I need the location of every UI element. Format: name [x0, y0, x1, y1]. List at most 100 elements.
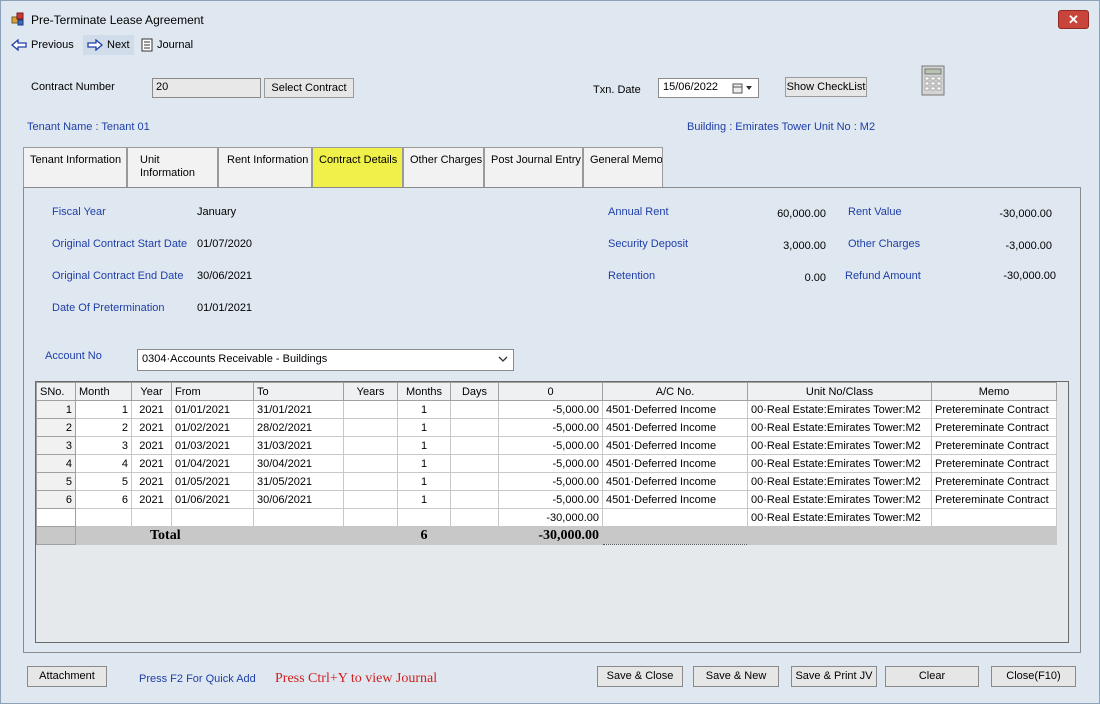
previous-button[interactable]: Previous — [11, 35, 74, 55]
cell-amount[interactable]: -5,000.00 — [498, 418, 603, 437]
cell-memo[interactable]: Pretereminate Contract — [931, 400, 1057, 419]
cell-month[interactable]: 1 — [75, 400, 132, 419]
cell-amount[interactable]: -5,000.00 — [498, 490, 603, 509]
cell-sno[interactable]: 2 — [36, 418, 76, 437]
txn-date-field[interactable]: 15/06/2022 — [658, 78, 759, 98]
cell-sno[interactable] — [36, 508, 76, 527]
cell-to[interactable]: 30/06/2021 — [253, 490, 344, 509]
cell-amount[interactable]: -30,000.00 — [498, 508, 603, 527]
cell-ac-no[interactable] — [602, 508, 748, 527]
cell-from[interactable]: 01/05/2021 — [171, 472, 254, 491]
show-checklist-button[interactable]: Show CheckList — [785, 77, 867, 97]
cell-unit-class[interactable]: 00·Real Estate:Emirates Tower:M2 — [747, 418, 932, 437]
cell-year[interactable]: 2021 — [131, 472, 172, 491]
table-row[interactable]: 5 5 2021 01/05/2021 31/05/2021 1 -5,000.… — [36, 472, 1057, 491]
account-no-select[interactable]: 0304·Accounts Receivable - Buildings — [137, 349, 514, 371]
cell-year[interactable]: 2021 — [131, 490, 172, 509]
calendar-dropdown-icon[interactable] — [732, 83, 754, 94]
cell-sno[interactable]: 1 — [36, 400, 76, 419]
cell-memo[interactable]: Pretereminate Contract — [931, 436, 1057, 455]
cell-ac-no[interactable]: 4501·Deferred Income — [602, 472, 748, 491]
attachment-button[interactable]: Attachment — [27, 666, 107, 687]
cell-years[interactable] — [343, 472, 398, 491]
cell-years[interactable] — [343, 490, 398, 509]
cell-years[interactable] — [343, 400, 398, 419]
cell-unit-class[interactable]: 00·Real Estate:Emirates Tower:M2 — [747, 436, 932, 455]
cell-unit-class[interactable]: 00·Real Estate:Emirates Tower:M2 — [747, 490, 932, 509]
tab-contract-details[interactable]: Contract Details — [312, 147, 403, 187]
cell-months[interactable]: 1 — [397, 454, 451, 473]
cell-years[interactable] — [343, 508, 398, 527]
cell-months[interactable]: 1 — [397, 418, 451, 437]
cell-year[interactable] — [131, 508, 172, 527]
cell-amount[interactable]: -5,000.00 — [498, 400, 603, 419]
cell-from[interactable] — [171, 508, 254, 527]
clear-button[interactable]: Clear — [885, 666, 979, 687]
cell-days[interactable] — [450, 418, 499, 437]
table-row[interactable]: 3 3 2021 01/03/2021 31/03/2021 1 -5,000.… — [36, 436, 1057, 455]
cell-days[interactable] — [450, 490, 499, 509]
contract-number-input[interactable]: 20 — [152, 78, 261, 98]
cell-to[interactable]: 31/03/2021 — [253, 436, 344, 455]
cell-month[interactable]: 6 — [75, 490, 132, 509]
cell-years[interactable] — [343, 454, 398, 473]
cell-months[interactable]: 1 — [397, 400, 451, 419]
close-button[interactable]: Close(F10) — [991, 666, 1076, 687]
cell-days[interactable] — [450, 436, 499, 455]
cell-memo[interactable]: Pretereminate Contract — [931, 418, 1057, 437]
cell-to[interactable]: 28/02/2021 — [253, 418, 344, 437]
next-button[interactable]: Next — [83, 35, 134, 55]
cell-month[interactable]: 5 — [75, 472, 132, 491]
save-new-button[interactable]: Save & New — [693, 666, 779, 687]
save-close-button[interactable]: Save & Close — [597, 666, 683, 687]
cell-month[interactable]: 4 — [75, 454, 132, 473]
cell-from[interactable]: 01/04/2021 — [171, 454, 254, 473]
col-sno[interactable]: SNo. — [36, 382, 76, 401]
cell-ac-no[interactable]: 4501·Deferred Income — [602, 418, 748, 437]
cell-unit-class[interactable]: 00·Real Estate:Emirates Tower:M2 — [747, 472, 932, 491]
table-row[interactable]: 4 4 2021 01/04/2021 30/04/2021 1 -5,000.… — [36, 454, 1057, 473]
cell-from[interactable]: 01/06/2021 — [171, 490, 254, 509]
cell-month[interactable]: 2 — [75, 418, 132, 437]
cell-to[interactable]: 31/05/2021 — [253, 472, 344, 491]
col-memo[interactable]: Memo — [931, 382, 1057, 401]
cell-from[interactable]: 01/02/2021 — [171, 418, 254, 437]
col-unit-class[interactable]: Unit No/Class — [747, 382, 932, 401]
col-ac-no[interactable]: A/C No. — [602, 382, 748, 401]
cell-memo[interactable] — [931, 508, 1057, 527]
cell-months[interactable]: 1 — [397, 472, 451, 491]
col-to[interactable]: To — [253, 382, 344, 401]
table-row[interactable]: 6 6 2021 01/06/2021 30/06/2021 1 -5,000.… — [36, 490, 1057, 509]
cell-year[interactable]: 2021 — [131, 454, 172, 473]
tab-post-journal-entry[interactable]: Post Journal Entry — [484, 147, 583, 187]
cell-sno[interactable]: 3 — [36, 436, 76, 455]
table-row[interactable]: 1 1 2021 01/01/2021 31/01/2021 1 -5,000.… — [36, 400, 1057, 419]
cell-days[interactable] — [450, 454, 499, 473]
cell-memo[interactable]: Pretereminate Contract — [931, 454, 1057, 473]
cell-days[interactable] — [450, 472, 499, 491]
select-contract-button[interactable]: Select Contract — [264, 78, 354, 98]
cell-months[interactable]: 1 — [397, 490, 451, 509]
tab-rent-information[interactable]: Rent Information — [218, 147, 312, 187]
col-year[interactable]: Year — [131, 382, 172, 401]
col-months[interactable]: Months — [397, 382, 451, 401]
cell-unit-class[interactable]: 00·Real Estate:Emirates Tower:M2 — [747, 400, 932, 419]
cell-ac-no[interactable]: 4501·Deferred Income — [602, 400, 748, 419]
cell-sno[interactable]: 6 — [36, 490, 76, 509]
cell-days[interactable] — [450, 508, 499, 527]
cell-ac-no[interactable]: 4501·Deferred Income — [602, 436, 748, 455]
col-amount[interactable]: 0 — [498, 382, 603, 401]
journal-button[interactable]: Journal — [141, 35, 193, 55]
total-cell-ac-no[interactable] — [602, 526, 748, 545]
cell-years[interactable] — [343, 418, 398, 437]
col-years[interactable]: Years — [343, 382, 398, 401]
cell-amount[interactable]: -5,000.00 — [498, 472, 603, 491]
cell-unit-class[interactable]: 00·Real Estate:Emirates Tower:M2 — [747, 454, 932, 473]
cell-from[interactable]: 01/01/2021 — [171, 400, 254, 419]
cell-memo[interactable]: Pretereminate Contract — [931, 472, 1057, 491]
tab-other-charges[interactable]: Other Charges — [403, 147, 484, 187]
save-print-jv-button[interactable]: Save & Print JV — [791, 666, 877, 687]
tab-unit-information[interactable]: Unit Information — [127, 147, 218, 187]
cell-to[interactable] — [253, 508, 344, 527]
tab-tenant-information[interactable]: Tenant Information — [23, 147, 127, 187]
